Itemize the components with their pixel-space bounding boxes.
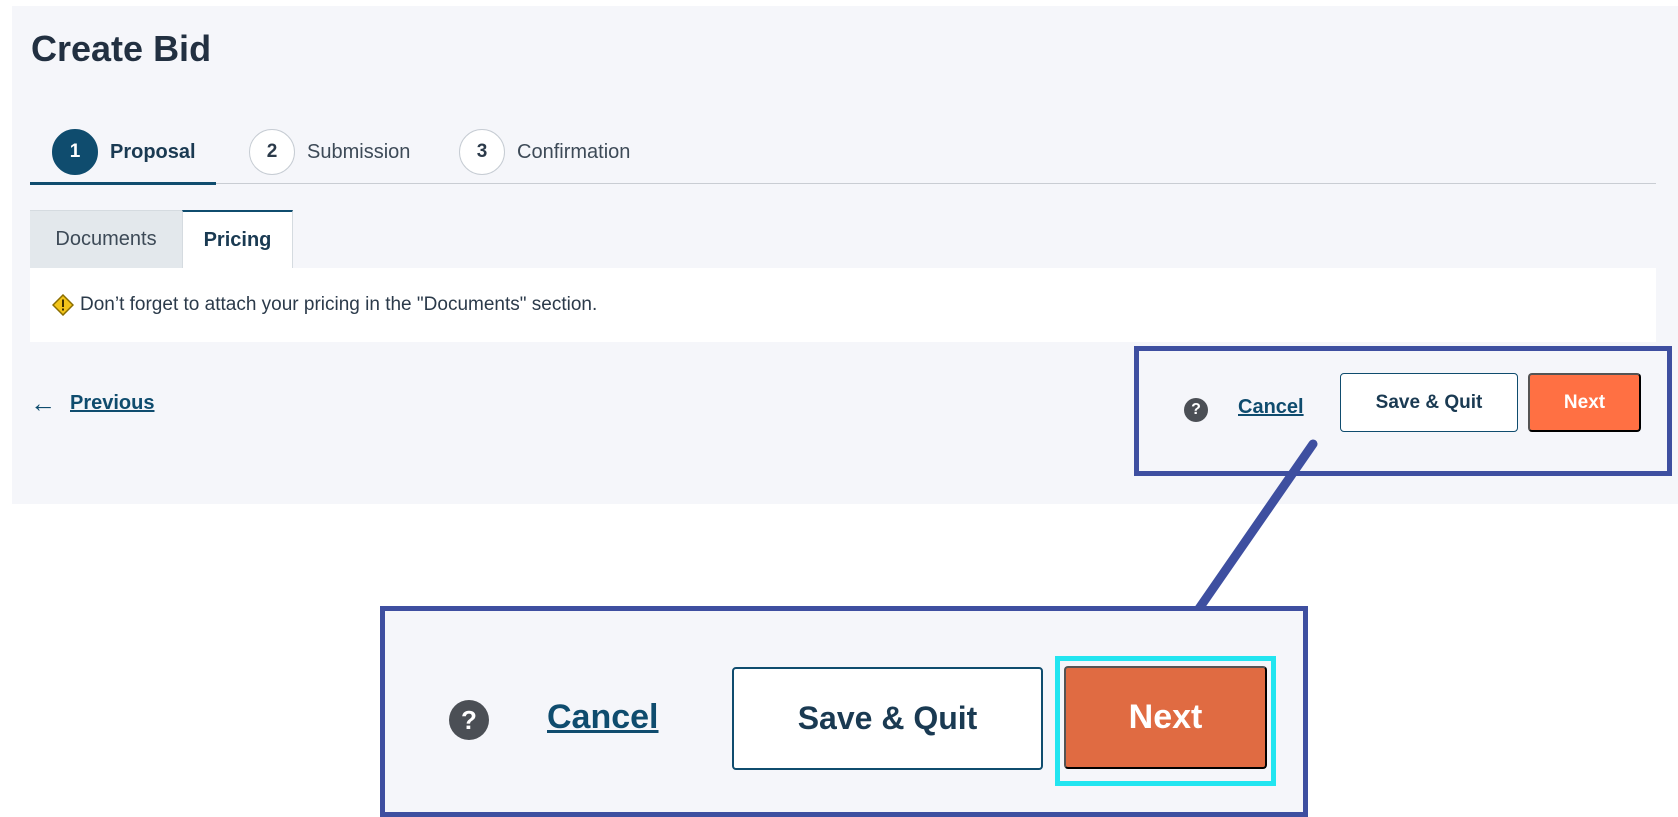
step-confirmation[interactable]: 3 Confirmation <box>459 126 630 178</box>
zoom-cancel-link: Cancel <box>547 698 659 736</box>
step-number: 2 <box>249 129 295 175</box>
active-step-indicator <box>30 182 216 185</box>
page-title: Create Bid <box>31 28 212 69</box>
next-focus-highlight <box>1055 656 1276 786</box>
tab-documents[interactable]: Documents <box>30 210 182 268</box>
stepper: 1 Proposal 2 Submission 3 Confirmation <box>30 124 1656 185</box>
step-number: 3 <box>459 129 505 175</box>
step-submission[interactable]: 2 Submission <box>249 126 410 178</box>
step-label: Submission <box>307 140 411 163</box>
step-number: 1 <box>52 129 98 175</box>
screenshot-stage: Create Bid 1 Proposal 2 Submission 3 Con… <box>0 0 1678 817</box>
warning-diamond-icon <box>52 294 74 316</box>
step-label: Proposal <box>110 140 196 163</box>
step-proposal[interactable]: 1 Proposal <box>52 126 196 178</box>
previous-link[interactable]: ← Previous <box>30 390 154 416</box>
notice-text: Don’t forget to attach your pricing in t… <box>80 294 598 315</box>
highlight-box <box>1134 346 1672 476</box>
step-label: Confirmation <box>517 140 631 163</box>
zoom-question-circle-icon: ? <box>449 700 489 740</box>
arrow-left-icon: ← <box>30 388 56 418</box>
previous-label: Previous <box>70 391 155 414</box>
zoom-save-quit-button: Save & Quit <box>732 667 1043 770</box>
pricing-notice: Don’t forget to attach your pricing in t… <box>30 268 1656 342</box>
tab-pricing[interactable]: Pricing <box>182 210 293 268</box>
